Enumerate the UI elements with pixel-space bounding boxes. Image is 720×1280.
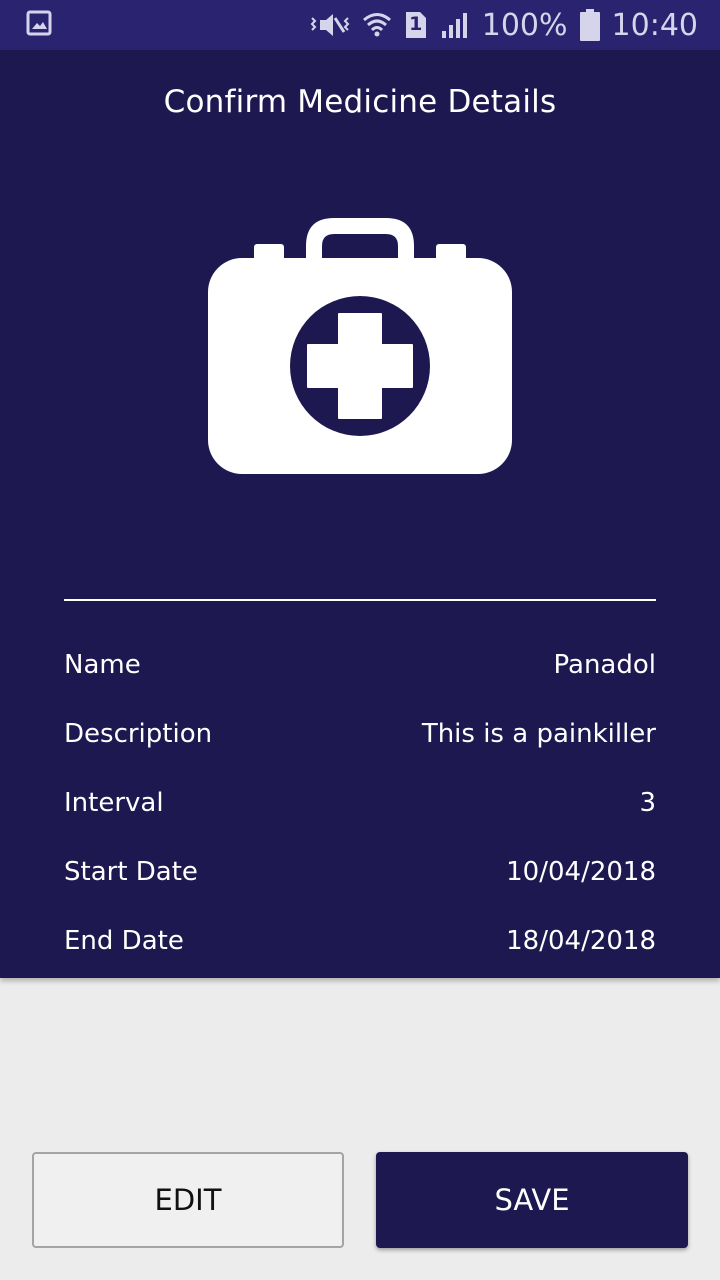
save-button[interactable]: SAVE — [376, 1152, 688, 1248]
detail-row-name: Name Panadol — [64, 630, 656, 699]
sim-slot-number: 1 — [409, 13, 423, 35]
clock: 10:40 — [611, 7, 698, 43]
detail-value: This is a painkiller — [421, 718, 656, 749]
status-bar: 1 100% 10:40 — [0, 0, 720, 50]
detail-row-description: Description This is a painkiller — [64, 699, 656, 768]
battery-percent: 100% — [481, 7, 568, 43]
status-left — [26, 10, 52, 40]
detail-value: 3 — [639, 787, 656, 818]
detail-row-end-date: End Date 18/04/2018 — [64, 906, 656, 975]
edit-button[interactable]: EDIT — [32, 1152, 344, 1248]
detail-label: End Date — [64, 925, 184, 956]
detail-value: 18/04/2018 — [506, 925, 656, 956]
detail-value: 10/04/2018 — [506, 856, 656, 887]
divider — [64, 599, 656, 601]
detail-label: Interval — [64, 787, 164, 818]
detail-label: Description — [64, 718, 213, 749]
detail-value: Panadol — [553, 649, 657, 680]
medicine-details-panel: Confirm Medicine Details Name Panadol De… — [0, 50, 720, 978]
status-right: 1 100% 10:40 — [310, 8, 698, 43]
details-list: Name Panadol Description This is a paink… — [64, 630, 656, 975]
first-aid-kit-icon — [208, 218, 512, 478]
wifi-icon — [362, 10, 392, 40]
gallery-icon — [26, 10, 52, 40]
detail-label: Start Date — [64, 856, 198, 887]
battery-icon — [579, 9, 600, 41]
mute-icon — [310, 10, 350, 40]
sim-icon: 1 — [404, 10, 428, 40]
page-title: Confirm Medicine Details — [163, 84, 557, 120]
detail-row-interval: Interval 3 — [64, 768, 656, 837]
detail-row-start-date: Start Date 10/04/2018 — [64, 837, 656, 906]
detail-label: Name — [64, 649, 141, 680]
signal-icon — [440, 10, 470, 40]
